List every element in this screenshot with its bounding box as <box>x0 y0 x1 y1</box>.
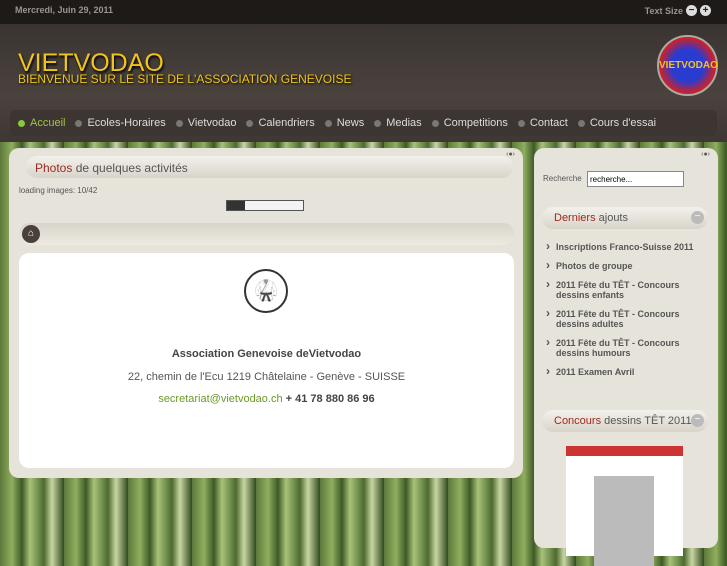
bullet-icon <box>324 119 332 127</box>
list-item[interactable]: Inscriptions Franco-Suisse 2011 <box>546 241 711 252</box>
nav-accueil[interactable]: Accueil <box>18 117 65 129</box>
text-size-label: Text Size <box>644 6 683 16</box>
heading-highlight: Derniers <box>554 212 596 224</box>
main-nav: Accueil Ecoles-Horaires Vietvodao Calend… <box>10 110 717 136</box>
heading-rest: de quelques activités <box>72 161 188 175</box>
heading-rest: ajouts <box>595 212 628 224</box>
loading-text: loading images: 10/42 <box>19 186 98 195</box>
date: Mercredi, Juin 29, 2011 <box>15 5 114 15</box>
collapse-icon[interactable]: − <box>691 211 704 224</box>
text-size-increase-icon[interactable]: + <box>700 5 711 16</box>
home-icon[interactable]: ⌂ <box>22 225 40 243</box>
nav-cours-essai[interactable]: Cours d'essai <box>577 117 657 129</box>
bullet-icon <box>517 119 525 127</box>
nav-competitions[interactable]: Competitions <box>431 117 508 129</box>
heading-rest: dessins TÊT 2011 <box>601 415 692 427</box>
top-bar: Mercredi, Juin 29, 2011 Text Size − + <box>0 0 727 24</box>
sidebar: ‹●› Recherche Derniers ajouts − Inscripti… <box>534 148 718 566</box>
address: 22, chemin de l'Ecu 1219 Châtelaine - Ge… <box>127 371 406 383</box>
nav-label: Competitions <box>443 117 508 129</box>
bullet-icon <box>75 119 83 127</box>
nav-vietvodao[interactable]: Vietvodao <box>175 117 237 129</box>
list-item[interactable]: Photos de groupe <box>546 260 711 271</box>
list-item[interactable]: 2011 Fête du TÊT - Concours dessins humo… <box>546 337 711 358</box>
nav-label: Vietvodao <box>187 117 237 129</box>
nav-label: Medias <box>386 117 422 129</box>
drawing-figure <box>594 476 654 566</box>
contact-card: 🥋 Association Genevoise deVietvodao 22, … <box>19 253 514 468</box>
email-link[interactable]: secretariat@vietvodao.ch <box>158 393 282 405</box>
heading-highlight: Concours <box>554 415 602 427</box>
list-item[interactable]: 2011 Examen Avril <box>546 366 711 377</box>
bullet-icon <box>431 119 439 127</box>
contest-drawing-image[interactable] <box>566 446 683 566</box>
bullet-icon <box>246 119 254 127</box>
contest-heading: Concours dessins TÊT 2011− <box>542 410 708 432</box>
site-subtitle: BIENVENUE SUR LE SITE DE L'ASSOCIATION G… <box>18 72 352 86</box>
association-seal-image: 🥋 <box>244 269 288 313</box>
nav-label: Accueil <box>30 117 66 129</box>
progress-fill <box>227 201 246 210</box>
phone: + 41 78 880 86 96 <box>282 393 375 405</box>
bullet-icon <box>374 119 382 127</box>
panel-controls-icon[interactable]: ‹●› <box>701 151 710 158</box>
nav-label: News <box>336 117 365 129</box>
search-input[interactable] <box>587 171 684 187</box>
nav-label: Cours d'essai <box>589 117 657 129</box>
nav-label: Calendriers <box>258 117 315 129</box>
nav-news[interactable]: News <box>324 117 365 129</box>
nav-label: Ecoles-Horaires <box>87 117 166 129</box>
search-label: Recherche <box>543 174 582 183</box>
logo-text: VIETVODAO <box>659 60 718 71</box>
nav-contact[interactable]: Contact <box>517 117 568 129</box>
org-name: Association Genevoise deVietvodao <box>171 348 362 360</box>
bullet-icon <box>175 119 183 127</box>
bullet-icon <box>577 119 585 127</box>
collapse-icon[interactable]: − <box>691 414 704 427</box>
bullet-icon <box>18 119 25 127</box>
nav-medias[interactable]: Medias <box>374 117 422 129</box>
breadcrumb: ⌂ <box>19 223 514 245</box>
heading-highlight: Photos <box>35 161 73 175</box>
text-size-decrease-icon[interactable]: − <box>686 5 697 16</box>
nav-label: Contact <box>529 117 568 129</box>
latest-list: Inscriptions Franco-Suisse 2011 Photos d… <box>546 241 711 386</box>
nav-ecoles-horaires[interactable]: Ecoles-Horaires <box>75 117 166 129</box>
logo[interactable]: VIETVODAO <box>657 35 718 96</box>
nav-calendriers[interactable]: Calendriers <box>246 117 315 129</box>
list-item[interactable]: 2011 Fête du TÊT - Concours dessins enfa… <box>546 279 711 300</box>
list-item[interactable]: 2011 Fête du TÊT - Concours dessins adul… <box>546 308 711 329</box>
loading-progress-bar <box>226 200 304 211</box>
latest-heading: Derniers ajouts − <box>542 207 708 229</box>
main-panel: ‹●› Photos de quelques activités loading… <box>9 148 523 478</box>
section-heading: Photos de quelques activités <box>26 156 513 178</box>
